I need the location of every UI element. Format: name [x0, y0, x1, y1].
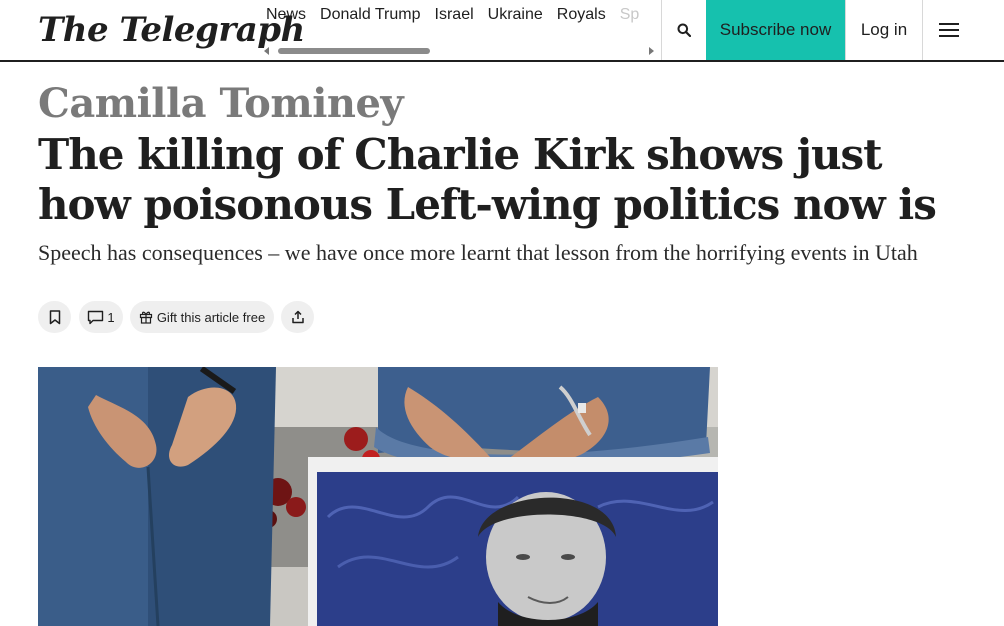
scroll-track[interactable] — [274, 48, 646, 54]
gift-article-button[interactable]: Gift this article free — [130, 301, 274, 333]
article-hero-image — [38, 367, 718, 626]
hamburger-menu-icon — [939, 23, 959, 25]
nav-item-royals[interactable]: Royals — [557, 6, 606, 23]
nav-item-news[interactable]: News — [266, 6, 306, 23]
scroll-right-arrow-icon[interactable] — [649, 47, 654, 55]
bookmark-button[interactable] — [38, 301, 71, 333]
gift-article-label: Gift this article free — [156, 309, 266, 325]
scroll-left-arrow-icon[interactable] — [264, 47, 269, 55]
article-headline: The killing of Charlie Kirk shows just h… — [38, 130, 937, 229]
subscribe-button[interactable]: Subscribe now — [706, 0, 845, 60]
section-nav: News Donald Trump Israel Ukraine Royals Sp — [262, 0, 658, 60]
gift-icon — [139, 311, 152, 324]
nav-item-donald-trump[interactable]: Donald Trump — [320, 6, 421, 23]
hero-photo — [38, 367, 718, 626]
share-icon — [291, 310, 304, 324]
author-name[interactable]: Camilla Tominey — [38, 80, 404, 128]
menu-button[interactable] — [923, 0, 975, 60]
nav-scrollbar[interactable] — [262, 44, 658, 58]
search-button[interactable] — [662, 0, 706, 60]
bookmark-icon — [49, 309, 60, 324]
nav-item-israel[interactable]: Israel — [435, 6, 474, 23]
comments-button[interactable]: 1 — [79, 301, 123, 333]
hamburger-menu-icon — [939, 29, 959, 31]
hamburger-menu-icon — [939, 35, 959, 37]
nav-item-ukraine[interactable]: Ukraine — [488, 6, 543, 23]
nav-links: News Donald Trump Israel Ukraine Royals Sp — [266, 6, 653, 24]
comment-icon — [88, 310, 104, 324]
site-header: The Telegraph News Donald Trump Israel Ukra… — [0, 0, 1004, 62]
article-standfirst: Speech has consequences – we have once m… — [38, 240, 918, 265]
comment-count: 1 — [107, 309, 115, 325]
scroll-thumb[interactable] — [278, 48, 430, 54]
search-icon — [677, 23, 691, 37]
login-button[interactable]: Log in — [846, 0, 922, 60]
share-button[interactable] — [281, 301, 314, 333]
nav-item-sport[interactable]: Sp — [620, 6, 640, 23]
